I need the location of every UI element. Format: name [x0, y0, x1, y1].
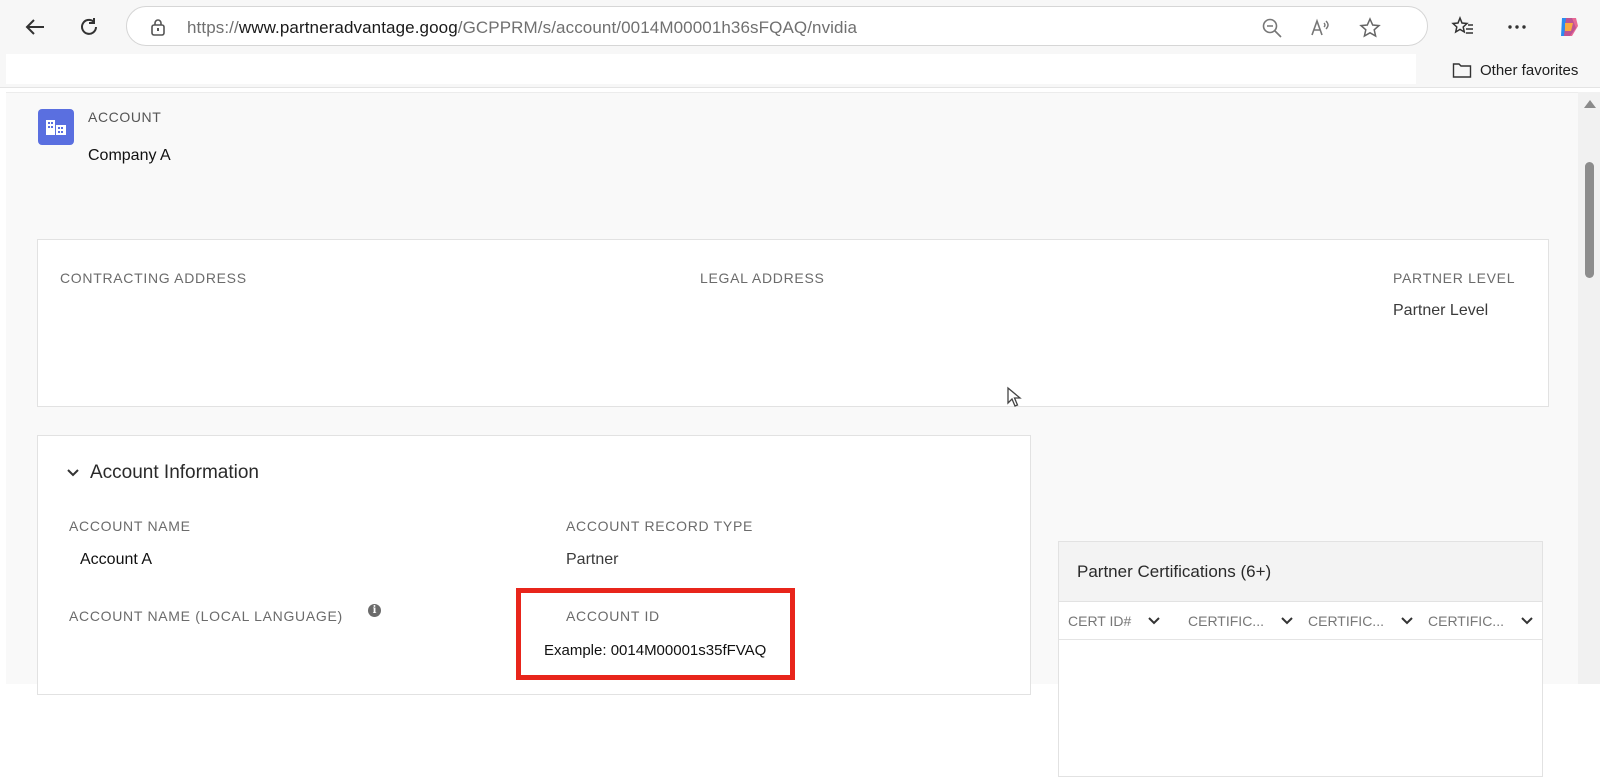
account-name-label: ACCOUNT NAME	[69, 518, 191, 534]
chevron-down-icon[interactable]	[1400, 616, 1414, 626]
certifications-column-headers: CERT ID# CERTIFIC... CERTIFIC... CERTIFI…	[1059, 602, 1542, 640]
favorites-button[interactable]	[1446, 10, 1480, 44]
refresh-icon	[81, 18, 97, 35]
mouse-cursor-icon	[1007, 386, 1022, 407]
legal-address-label: LEGAL ADDRESS	[700, 270, 825, 286]
record-type-value: Partner	[566, 551, 619, 568]
account-type-label: ACCOUNT	[88, 109, 162, 125]
url-prefix: https://	[187, 18, 239, 37]
column-header-certification-3[interactable]: CERTIFIC...	[1428, 613, 1534, 629]
scroll-thumb[interactable]	[1585, 162, 1594, 278]
chevron-down-icon[interactable]	[1280, 616, 1294, 626]
certifications-header: Partner Certifications (6+)	[1059, 542, 1542, 602]
account-title: Company A	[88, 147, 171, 164]
column-header-label: CERTIFIC...	[1308, 613, 1384, 629]
local-name-label: ACCOUNT NAME (LOCAL LANGUAGE)	[69, 608, 343, 624]
section-title: Account Information	[90, 462, 259, 483]
read-aloud-icon[interactable]	[1309, 17, 1331, 39]
bookmarks-area	[6, 54, 1416, 84]
star-icon[interactable]	[1359, 17, 1381, 39]
address-bar[interactable]: https://www.partneradvantage.goog/GCPPRM…	[126, 6, 1428, 46]
column-header-label: CERT ID#	[1068, 613, 1132, 629]
browser-toolbar: https://www.partneradvantage.goog/GCPPRM…	[0, 0, 1600, 54]
chevron-down-icon[interactable]	[1520, 616, 1534, 626]
column-header-certification-1[interactable]: CERTIFIC...	[1188, 613, 1294, 629]
account-name-value: Account A	[80, 551, 153, 568]
partner-certifications-card: Partner Certifications (6+) CERT ID# CER…	[1058, 541, 1543, 777]
back-button[interactable]	[18, 10, 52, 44]
copilot-icon	[1561, 18, 1578, 36]
other-favorites-label: Other favorites	[1480, 61, 1579, 79]
info-icon[interactable]: i	[368, 604, 381, 617]
back-arrow-icon	[25, 19, 44, 35]
column-header-certification-2[interactable]: CERTIFIC...	[1308, 613, 1414, 629]
account-id-highlight	[516, 588, 795, 680]
column-header-label: CERTIFIC...	[1188, 613, 1264, 629]
column-header-label: CERTIFIC...	[1428, 613, 1504, 629]
account-icon	[38, 109, 74, 145]
more-icon	[1508, 25, 1526, 29]
certifications-title[interactable]: Partner Certifications (6+)	[1077, 562, 1271, 582]
partner-level-value: Partner Level	[1393, 302, 1489, 319]
url-host: www.partneradvantage.goog	[238, 18, 458, 37]
other-favorites-button[interactable]: Other favorites	[1452, 61, 1578, 79]
lock-icon[interactable]	[149, 18, 167, 36]
refresh-button[interactable]	[72, 10, 106, 44]
column-header-cert-id[interactable]: CERT ID#	[1068, 613, 1161, 629]
page-scrollbar[interactable]	[1578, 92, 1600, 684]
chevron-down-icon	[67, 469, 79, 477]
favorites-icon	[1451, 16, 1473, 34]
copilot-button[interactable]	[1552, 10, 1586, 44]
scroll-up-arrow-icon[interactable]	[1584, 100, 1596, 108]
more-button[interactable]	[1500, 10, 1534, 44]
partner-level-label: PARTNER LEVEL	[1393, 270, 1516, 286]
chevron-down-icon[interactable]	[1147, 616, 1161, 626]
zoom-out-icon[interactable]	[1261, 17, 1283, 39]
bookmarks-bar: Other favorites	[0, 54, 1600, 88]
url-text[interactable]: https://www.partneradvantage.goog/GCPPRM…	[187, 18, 857, 38]
account-information-toggle[interactable]: Account Information	[66, 462, 259, 484]
address-card: CONTRACTING ADDRESS LEGAL ADDRESS PARTNE…	[37, 239, 1549, 407]
record-type-label: ACCOUNT RECORD TYPE	[566, 518, 754, 534]
folder-icon	[1452, 63, 1472, 78]
contracting-address-label: CONTRACTING ADDRESS	[60, 270, 247, 286]
url-path: /GCPPRM/s/account/0014M00001h36sFQAQ/nvi…	[457, 18, 858, 37]
